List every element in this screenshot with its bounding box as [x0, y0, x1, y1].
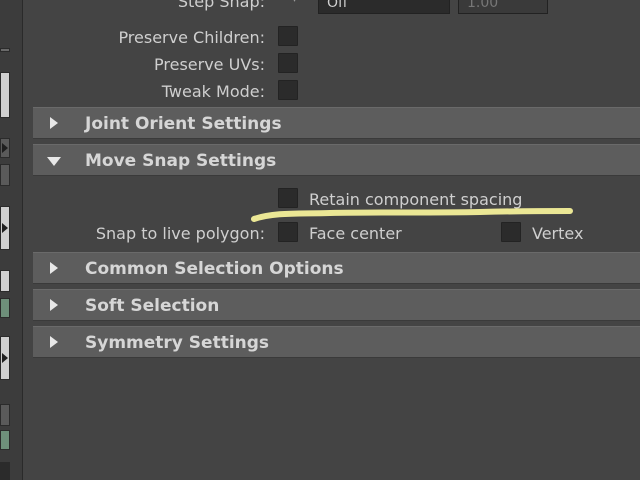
step-snap-arrow-icon: ▾	[291, 0, 298, 6]
section-move-snap[interactable]: Move Snap Settings	[33, 144, 640, 176]
tweak-mode-checkbox[interactable]	[278, 80, 298, 100]
expand-arrow-icon	[50, 336, 58, 348]
vertex-checkbox[interactable]	[501, 222, 521, 242]
strip-button[interactable]	[0, 164, 10, 186]
strip-arrow-button[interactable]	[0, 336, 10, 380]
retain-spacing-label: Retain component spacing	[309, 190, 523, 209]
section-joint-orient[interactable]: Joint Orient Settings	[33, 107, 640, 139]
expand-arrow-icon	[50, 117, 58, 129]
arrow-right-icon	[2, 223, 8, 233]
face-center-label: Face center	[309, 224, 402, 243]
preserve-uvs-checkbox[interactable]	[278, 53, 298, 73]
tool-settings-panel: Step Snap: ▾ Off 1.00 Preserve Children:…	[23, 0, 640, 480]
snap-live-polygon-label: Snap to live polygon:	[95, 224, 265, 243]
face-center-checkbox[interactable]	[278, 222, 298, 242]
section-symmetry[interactable]: Symmetry Settings	[33, 326, 640, 358]
collapse-arrow-icon	[47, 157, 61, 166]
section-common-selection[interactable]: Common Selection Options	[33, 252, 640, 284]
strip-divider	[0, 48, 10, 52]
preserve-uvs-label: Preserve UVs:	[154, 55, 265, 74]
strip-arrow-button[interactable]	[0, 206, 10, 250]
section-title: Soft Selection	[85, 296, 220, 316]
section-title: Common Selection Options	[85, 259, 344, 279]
step-snap-dropdown[interactable]: Off	[318, 0, 450, 14]
expand-arrow-icon	[50, 262, 58, 274]
vertex-label: Vertex	[532, 224, 584, 243]
arrow-right-icon	[2, 143, 8, 153]
strip-color-swatch[interactable]	[0, 430, 10, 450]
step-snap-value-field[interactable]: 1.00	[458, 0, 548, 14]
preserve-children-checkbox[interactable]	[278, 26, 298, 46]
section-title: Move Snap Settings	[85, 151, 277, 171]
expand-arrow-icon	[50, 299, 58, 311]
strip-arrow-button[interactable]	[0, 138, 10, 158]
strip-button[interactable]	[0, 270, 10, 292]
step-snap-label: Step Snap:	[177, 0, 265, 11]
strip-button[interactable]	[0, 462, 10, 480]
section-title: Symmetry Settings	[85, 333, 270, 353]
preserve-children-label: Preserve Children:	[118, 28, 265, 47]
section-title: Joint Orient Settings	[85, 114, 282, 134]
strip-button[interactable]	[0, 404, 10, 426]
left-toolbar-strip	[0, 0, 23, 480]
tweak-mode-label: Tweak Mode:	[161, 82, 265, 101]
strip-color-swatch[interactable]	[0, 298, 10, 318]
section-soft-selection[interactable]: Soft Selection	[33, 289, 640, 321]
strip-button[interactable]	[0, 72, 10, 118]
retain-spacing-checkbox[interactable]	[278, 188, 298, 208]
arrow-right-icon	[2, 353, 8, 363]
